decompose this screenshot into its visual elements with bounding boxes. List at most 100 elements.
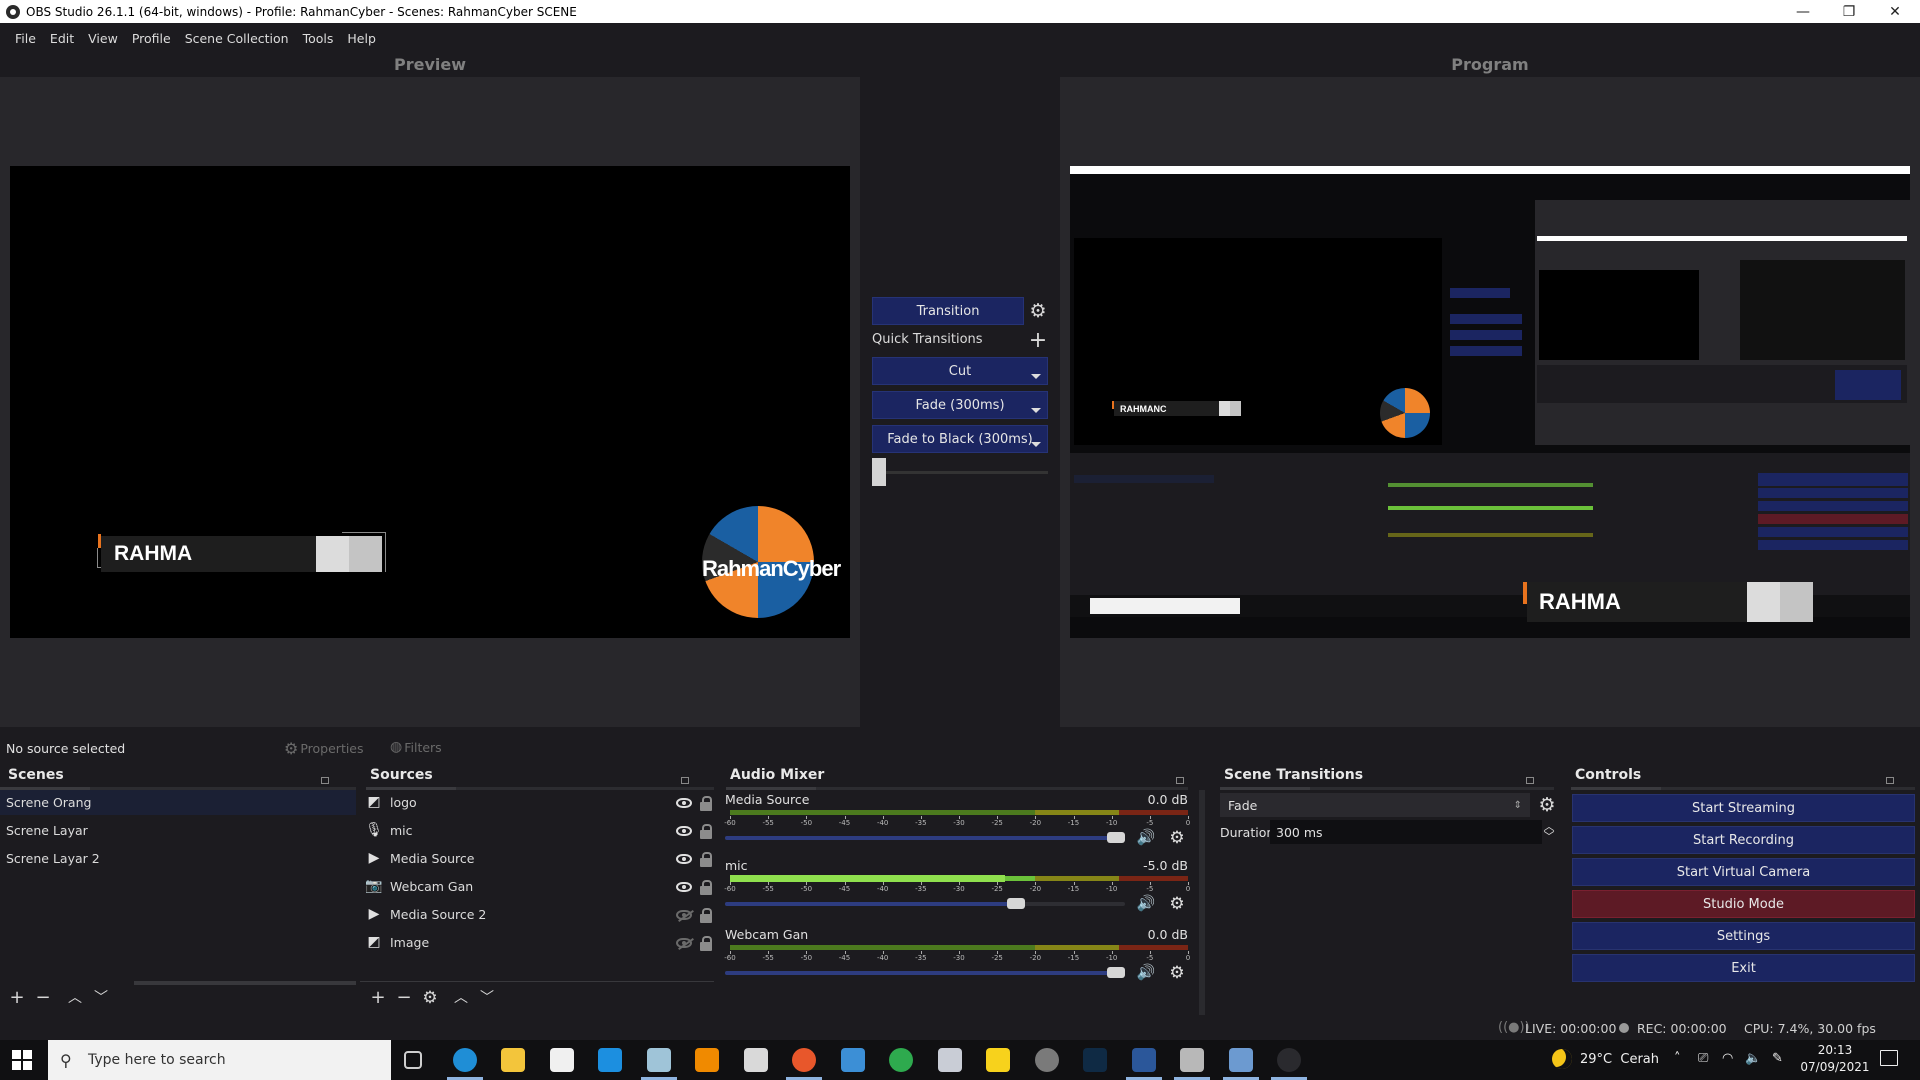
transition-settings-gear-icon[interactable]: ⚙: [1028, 299, 1048, 323]
volume-slider[interactable]: [725, 898, 1125, 909]
sources-float-icon[interactable]: [681, 777, 689, 784]
controls-float-icon[interactable]: [1886, 777, 1894, 784]
studio-mode-button[interactable]: Studio Mode: [1572, 890, 1915, 918]
remove-scene-minus-icon[interactable]: −: [34, 989, 52, 1007]
source-item[interactable]: ◩ logo: [366, 790, 714, 815]
vlc-taskbar-icon[interactable]: [695, 1048, 719, 1072]
obs-studio-taskbar-icon[interactable]: [1277, 1048, 1301, 1072]
visibility-hidden-eye-icon[interactable]: [676, 938, 692, 948]
visibility-hidden-eye-icon[interactable]: [676, 910, 692, 920]
filters-button[interactable]: ◍ Filters: [390, 739, 442, 755]
start-recording-button[interactable]: Start Recording: [1572, 826, 1915, 854]
audio-mixer-float-icon[interactable]: [1176, 777, 1184, 784]
quick-transition-fade-to-black[interactable]: Fade to Black (300ms): [872, 425, 1048, 453]
mail-taskbar-icon[interactable]: [598, 1048, 622, 1072]
transition-button[interactable]: Transition: [872, 297, 1024, 325]
visibility-eye-icon[interactable]: [676, 826, 692, 836]
unlocked-icon[interactable]: [700, 880, 712, 895]
minimize-button[interactable]: —: [1780, 0, 1826, 23]
sound-recorder-taskbar-icon[interactable]: [1180, 1048, 1204, 1072]
source-properties-gear-icon[interactable]: ⚙: [421, 989, 439, 1007]
wifi-icon[interactable]: ◠: [1722, 1051, 1733, 1066]
quick-transition-fade[interactable]: Fade (300ms): [872, 391, 1048, 419]
microsoft-store-taskbar-icon[interactable]: [549, 1048, 574, 1072]
edge-taskbar-icon[interactable]: [452, 1048, 477, 1072]
firefox-taskbar-icon[interactable]: [792, 1048, 816, 1072]
camera-in-use-icon[interactable]: ⎚: [1698, 1051, 1708, 1066]
settings-button[interactable]: Settings: [1572, 922, 1915, 950]
taskbar-search-input[interactable]: ⚲ Type here to search: [48, 1040, 391, 1080]
duration-field[interactable]: 300 ms: [1270, 820, 1542, 844]
visibility-eye-icon[interactable]: [676, 882, 692, 892]
tbar-track[interactable]: [886, 471, 1048, 474]
speaker-mute-icon[interactable]: 🔊: [1136, 894, 1156, 912]
chevron-down-icon[interactable]: [1031, 442, 1041, 447]
photoshop-taskbar-icon[interactable]: [1083, 1048, 1107, 1072]
word-taskbar-icon[interactable]: [1131, 1048, 1156, 1072]
windows-media-player-taskbar-icon[interactable]: [840, 1048, 865, 1072]
visibility-eye-icon[interactable]: [676, 798, 692, 808]
preview-canvas[interactable]: RAHMA RahmanCyber: [10, 166, 850, 638]
volume-slider-handle[interactable]: [1107, 832, 1125, 843]
source-item[interactable]: 🎙 mic: [365, 818, 714, 843]
move-source-up-icon[interactable]: ︿: [452, 989, 470, 1007]
menu-help[interactable]: Help: [340, 31, 383, 46]
volume-icon[interactable]: 🔈: [1745, 1051, 1761, 1066]
pen-icon[interactable]: ✎: [1772, 1051, 1783, 1066]
channel-settings-gear-icon[interactable]: ⚙: [1168, 894, 1186, 914]
media-player-classic-taskbar-icon[interactable]: [743, 1048, 768, 1072]
speaker-mute-icon[interactable]: 🔊: [1136, 828, 1156, 846]
sticky-notes-taskbar-icon[interactable]: [986, 1048, 1010, 1072]
clock-date[interactable]: 07/09/2021: [1800, 1060, 1870, 1074]
chevron-down-icon[interactable]: [1031, 374, 1041, 379]
volume-slider[interactable]: [725, 967, 1125, 978]
tray-overflow-chevron-icon[interactable]: ˄: [1674, 1051, 1681, 1066]
visibility-eye-icon[interactable]: [676, 854, 692, 864]
start-streaming-button[interactable]: Start Streaming: [1572, 794, 1915, 822]
scene-transitions-float-icon[interactable]: [1526, 777, 1534, 784]
volume-slider-handle[interactable]: [1007, 898, 1025, 909]
transition-properties-gear-icon[interactable]: ⚙: [1536, 794, 1558, 816]
properties-button[interactable]: ⚙ Properties: [284, 739, 364, 758]
chevron-down-icon[interactable]: [1031, 408, 1041, 413]
menu-edit[interactable]: Edit: [43, 31, 81, 46]
notepad-taskbar-icon[interactable]: [646, 1048, 671, 1072]
calculator-taskbar-icon[interactable]: [1228, 1048, 1253, 1072]
volume-slider-handle[interactable]: [1107, 967, 1125, 978]
audio-mixer-scrollbar[interactable]: [1199, 790, 1205, 1015]
menu-tools[interactable]: Tools: [296, 31, 341, 46]
source-item[interactable]: ▶ Media Source: [366, 846, 714, 871]
add-quick-transition-plus-icon[interactable]: +: [1028, 328, 1048, 353]
scene-item[interactable]: Screne Layar: [0, 818, 356, 843]
weather-text[interactable]: 29°C Cerah: [1580, 1052, 1659, 1067]
notifications-icon[interactable]: [1880, 1050, 1898, 1066]
unlocked-icon[interactable]: [700, 936, 712, 951]
scene-item[interactable]: Screne Orang: [0, 790, 356, 815]
menu-file[interactable]: File: [8, 31, 43, 46]
task-view-taskbar-icon[interactable]: [404, 1051, 422, 1069]
source-item[interactable]: ◩ Image: [366, 930, 714, 955]
windows-start-icon[interactable]: [12, 1050, 32, 1070]
add-source-plus-icon[interactable]: +: [369, 989, 387, 1007]
source-item[interactable]: 📷 Webcam Gan: [365, 874, 714, 899]
speaker-mute-icon[interactable]: 🔊: [1136, 963, 1156, 981]
menu-view[interactable]: View: [81, 31, 125, 46]
volume-slider[interactable]: [725, 832, 1125, 843]
add-scene-plus-icon[interactable]: +: [8, 989, 26, 1007]
menu-scene-collection[interactable]: Scene Collection: [178, 31, 296, 46]
unlocked-icon[interactable]: [700, 908, 712, 923]
tbar-handle[interactable]: [872, 458, 886, 486]
move-source-down-icon[interactable]: ﹀: [478, 989, 496, 1007]
unlocked-icon[interactable]: [700, 824, 712, 839]
move-scene-up-icon[interactable]: ︿: [66, 989, 84, 1007]
close-button[interactable]: ✕: [1872, 0, 1918, 23]
scenes-scrollbar[interactable]: [134, 981, 356, 985]
clock-time[interactable]: 20:13: [1805, 1043, 1865, 1057]
menu-profile[interactable]: Profile: [125, 31, 178, 46]
chrome-taskbar-icon[interactable]: [889, 1048, 913, 1072]
restore-button[interactable]: ❐: [1826, 0, 1872, 23]
file-explorer-taskbar-icon[interactable]: [501, 1048, 525, 1072]
scenes-float-icon[interactable]: [321, 777, 329, 784]
remove-source-minus-icon[interactable]: −: [395, 989, 413, 1007]
chrome-dev-taskbar-icon[interactable]: [1034, 1048, 1059, 1072]
